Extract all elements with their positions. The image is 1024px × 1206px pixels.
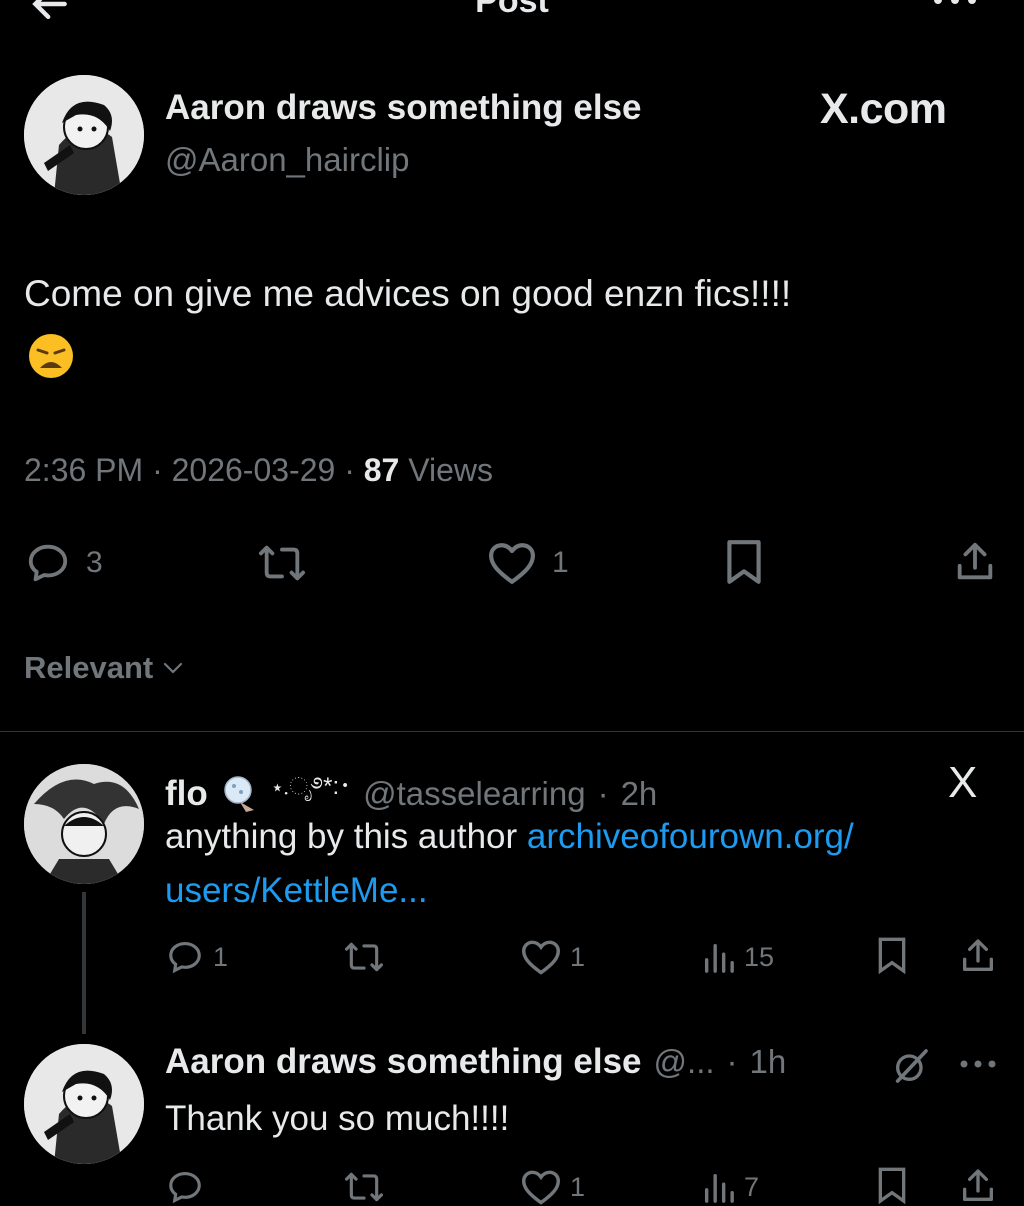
like-count: 1 — [570, 941, 586, 972]
chevron-down-icon — [164, 662, 183, 674]
avatar-drawing — [24, 764, 144, 884]
views-count: 15 — [744, 941, 775, 972]
weary-face-emoji — [26, 332, 76, 380]
author-name[interactable]: Aaron draws something else — [165, 88, 642, 128]
sort-dropdown[interactable]: Relevant — [24, 650, 185, 686]
weary-face-icon — [29, 334, 73, 378]
author-handle[interactable]: @Aaron_hairclip — [165, 141, 409, 179]
repost-icon — [345, 942, 383, 972]
heart-icon — [521, 1170, 561, 1205]
share-icon — [963, 1169, 993, 1201]
reply-icon — [169, 1171, 201, 1204]
reply-text: anything by this author archiveofourown.… — [165, 810, 854, 918]
reply-author-handle[interactable]: @tasselearring — [363, 775, 585, 813]
x-logo-icon: X — [948, 758, 978, 807]
reply-share-button[interactable] — [958, 936, 998, 976]
repost-button[interactable] — [256, 540, 308, 586]
reply-more-button[interactable] — [958, 1052, 998, 1076]
bookmark-icon — [727, 540, 761, 584]
reply-header: Aaron draws something else @... · 1h — [165, 1042, 786, 1082]
like-count: 1 — [570, 1171, 586, 1202]
reply-like-button[interactable]: 1 — [520, 1168, 585, 1206]
post-date: 2026-03-29 — [171, 452, 336, 488]
separator: · — [344, 452, 355, 488]
post-time: 2:36 PM — [24, 452, 144, 488]
heart-icon — [489, 543, 536, 584]
more-options-button[interactable] — [930, 0, 980, 8]
heart-icon — [521, 940, 561, 975]
like-button[interactable]: 1 — [486, 540, 569, 586]
tassel-emoji-icon — [224, 775, 254, 812]
repost-icon — [258, 545, 305, 581]
reply-bookmark-button[interactable] — [874, 1166, 910, 1206]
reply-link[interactable]: archiveofourown.org/ — [527, 817, 854, 856]
thread-line — [82, 892, 86, 1034]
reply-body: anything by this author — [165, 817, 518, 856]
reply-like-button[interactable]: 1 — [520, 938, 585, 976]
reply-time: 1h — [749, 1043, 787, 1080]
share-icon — [963, 939, 993, 971]
reply-reply-button[interactable] — [165, 1168, 205, 1206]
reply-icon — [28, 544, 68, 582]
reply-share-button[interactable] — [958, 1166, 998, 1206]
separator: · — [726, 1043, 738, 1080]
views-icon — [704, 1173, 734, 1203]
reply-author-handle[interactable]: @... — [654, 1043, 715, 1081]
reply-bookmark-button[interactable] — [874, 936, 910, 976]
x-watermark: X.com — [820, 85, 947, 133]
reply-repost-button[interactable] — [342, 938, 386, 976]
reply-author-name[interactable]: flo — [165, 774, 208, 814]
like-count: 1 — [552, 546, 569, 579]
reply-views-button[interactable]: 7 — [700, 1170, 759, 1204]
bookmark-button[interactable] — [722, 538, 766, 588]
bookmark-icon — [878, 1167, 906, 1205]
reply-button[interactable]: 3 — [24, 540, 103, 586]
views-count: 87 — [363, 452, 400, 488]
more-horizontal-icon — [934, 0, 976, 4]
avatar-drawing — [24, 75, 144, 195]
separator: · — [597, 774, 609, 812]
page-title: Post — [475, 0, 549, 20]
author-avatar[interactable] — [24, 75, 144, 195]
reply-avatar-flo[interactable] — [24, 764, 144, 884]
post-metadata: 2:36 PM · 2026-03-29 · 87 Views — [24, 452, 493, 489]
reply-views-button[interactable]: 15 — [700, 940, 774, 974]
reply-avatar-aaron[interactable] — [24, 1044, 144, 1164]
reply-time: 2h — [620, 774, 658, 812]
share-icon — [957, 542, 993, 580]
reply-text: Thank you so much!!!! — [165, 1099, 510, 1138]
reply-count: 1 — [213, 941, 229, 972]
grok-icon — [895, 1049, 928, 1083]
reply-author-name[interactable]: Aaron draws something else — [165, 1042, 642, 1082]
bookmark-icon — [878, 937, 906, 975]
avatar-drawing — [24, 1044, 144, 1164]
reply-reply-button[interactable]: 1 — [165, 938, 228, 976]
post-text: Come on give me advices on good enzn fic… — [24, 273, 792, 314]
reply-repost-button[interactable] — [342, 1168, 386, 1206]
divider — [0, 731, 1024, 732]
sort-label: Relevant — [24, 650, 154, 685]
more-horizontal-icon — [960, 1060, 996, 1068]
reply-link-cont[interactable]: users/KettleMe... — [165, 871, 428, 910]
repost-icon — [345, 1172, 383, 1202]
views-label: Views — [408, 452, 493, 488]
grok-button[interactable] — [890, 1046, 932, 1086]
reply-count: 3 — [86, 546, 103, 579]
separator: · — [152, 452, 163, 488]
share-button[interactable] — [952, 538, 998, 586]
views-icon — [704, 943, 734, 973]
reply-icon — [169, 941, 201, 974]
views-count: 7 — [744, 1171, 760, 1202]
